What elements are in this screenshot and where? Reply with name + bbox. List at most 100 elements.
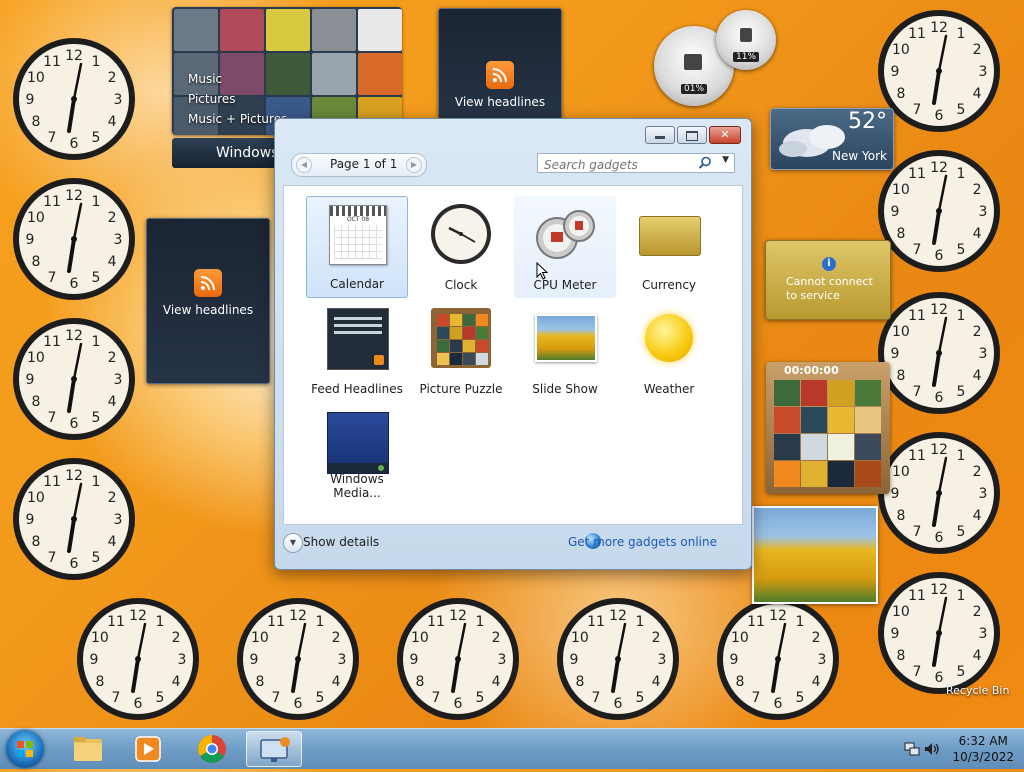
- network-icon[interactable]: [904, 741, 920, 756]
- taskbar-gadgets-window[interactable]: [246, 731, 302, 767]
- gadget-weather[interactable]: Weather: [618, 300, 720, 402]
- gadget-picture-puzzle[interactable]: Picture Puzzle: [410, 300, 512, 402]
- svg-text:4: 4: [108, 114, 117, 130]
- gadget-slide-show[interactable]: Slide Show: [514, 300, 616, 402]
- svg-text:5: 5: [316, 690, 325, 706]
- feed-headlines-gadget-top[interactable]: View headlines: [438, 8, 562, 120]
- svg-text:9: 9: [891, 486, 900, 502]
- desktop-clock-gadget[interactable]: 12 1 2 3 4 5 6 7 8 9 10 11: [876, 8, 1002, 134]
- svg-text:9: 9: [891, 626, 900, 642]
- svg-text:8: 8: [735, 674, 744, 690]
- taskbar-media-player[interactable]: [120, 731, 176, 767]
- svg-text:4: 4: [108, 394, 117, 410]
- minimize-button[interactable]: [645, 126, 675, 144]
- svg-text:8: 8: [255, 674, 264, 690]
- gadget-label: Weather: [643, 382, 695, 396]
- svg-text:8: 8: [31, 114, 40, 130]
- desktop-clock-gadget[interactable]: 12 1 2 3 4 5 6 7 8 9 10 11: [876, 148, 1002, 274]
- clock-face-icon: 12 12 3 45678 9 1011: [717, 598, 839, 720]
- gadget-label: Feed Headlines: [311, 382, 403, 396]
- weather-gadget[interactable]: 52° New York: [770, 108, 894, 170]
- view-headlines-link[interactable]: View headlines: [439, 95, 561, 109]
- clock-face-icon: 12 12 3 45678 9 1011: [878, 10, 1000, 132]
- svg-text:2: 2: [812, 630, 821, 646]
- svg-text:12: 12: [449, 608, 467, 624]
- media-menu-music-pictures[interactable]: Music + Pictures: [188, 109, 287, 129]
- desktop-clock-gadget[interactable]: 12 1 2 3 4 5 6 7 8 9 10 11: [11, 316, 137, 442]
- maximize-button[interactable]: [677, 126, 707, 144]
- desktop-clock-gadget[interactable]: 12 1 2 3 4 5 6 7 8 9 10 11: [235, 596, 361, 722]
- gadget-clock[interactable]: Clock: [410, 196, 512, 298]
- desktop-clock-gadget[interactable]: 12 1 2 3 4 5 6 7 8 9 10 11: [11, 456, 137, 582]
- svg-text:1: 1: [156, 614, 165, 630]
- search-dropdown-icon[interactable]: ▼: [722, 155, 729, 165]
- get-more-gadgets-link[interactable]: Get more gadgets online: [568, 535, 717, 549]
- svg-text:10: 10: [892, 182, 910, 198]
- gadget-calendar[interactable]: OCT 08 Calendar: [306, 196, 408, 298]
- feed-headlines-gadget-left[interactable]: View headlines: [146, 218, 270, 384]
- taskbar-chrome[interactable]: [184, 731, 240, 767]
- desktop-clock-gadget[interactable]: 12 1 2 3 4 5 6 7 8 9 10 11: [555, 596, 681, 722]
- cpu-value: 01%: [680, 84, 708, 94]
- show-details-button[interactable]: Show details: [303, 535, 379, 549]
- svg-text:8: 8: [95, 674, 104, 690]
- currency-gadget[interactable]: i Cannot connect to service: [765, 240, 891, 320]
- desktop-clock-gadget[interactable]: 12 1 2 3 4 5 6 7 8 9 10 11: [395, 596, 521, 722]
- close-button[interactable]: ✕: [709, 126, 741, 144]
- desktop-clock-gadget[interactable]: 12 1 2 3 4 5 6 7 8 9 10 11: [11, 36, 137, 162]
- desktop-clock-gadget[interactable]: 12 1 2 3 4 5 6 7 8 9 10 11: [75, 596, 201, 722]
- taskbar-file-explorer[interactable]: [60, 731, 116, 767]
- svg-text:1: 1: [957, 26, 966, 42]
- media-menu-pictures[interactable]: Pictures: [188, 89, 287, 109]
- svg-text:11: 11: [43, 334, 61, 350]
- currency-icon: [637, 202, 701, 266]
- start-button[interactable]: [6, 730, 44, 768]
- view-headlines-link[interactable]: View headlines: [147, 303, 269, 317]
- gadget-currency[interactable]: Currency: [618, 196, 720, 298]
- media-menu-music[interactable]: Music: [188, 69, 287, 89]
- svg-text:6: 6: [774, 696, 783, 712]
- desktop-clock-gadget[interactable]: 12 1 2 3 4 5 6 7 8 9 10 11: [876, 570, 1002, 696]
- chevron-down-icon[interactable]: ▼: [283, 533, 303, 553]
- page-label: Page 1 of 1: [330, 157, 398, 171]
- svg-text:7: 7: [48, 270, 57, 286]
- next-page-button[interactable]: ▶: [406, 157, 422, 173]
- svg-text:5: 5: [957, 664, 966, 680]
- desktop-clock-gadget[interactable]: 12 1 2 3 4 5 6 7 8 9 10 11: [876, 430, 1002, 556]
- previous-page-button[interactable]: ◀: [296, 157, 312, 173]
- picture-puzzle-gadget[interactable]: 00:00:00: [766, 362, 890, 494]
- desktop-clock-gadget[interactable]: 12 1 2 3 4 5 6 7 8 9 10 11: [876, 290, 1002, 416]
- search-input[interactable]: [538, 156, 700, 174]
- recycle-bin-label[interactable]: Recycle Bin: [946, 684, 1009, 697]
- svg-text:5: 5: [636, 690, 645, 706]
- weather-city: New York: [832, 149, 887, 163]
- svg-text:7: 7: [432, 690, 441, 706]
- windows-logo-icon: [17, 741, 33, 757]
- media-center-gadget[interactable]: Music Pictures Music + Pictures: [172, 7, 402, 135]
- gadget-windows-media-center[interactable]: Windows Media...: [306, 404, 408, 506]
- svg-text:6: 6: [935, 108, 944, 124]
- slideshow-gadget[interactable]: [752, 506, 878, 604]
- cpu-meter-gadget[interactable]: 01% 11%: [654, 10, 778, 106]
- search-icon[interactable]: [698, 156, 712, 170]
- volume-icon[interactable]: [924, 741, 940, 755]
- gadget-cpu-meter[interactable]: CPU Meter: [514, 196, 616, 298]
- svg-text:3: 3: [178, 652, 187, 668]
- window-footer: ▼ Show details Get more gadgets online: [283, 527, 741, 561]
- svg-text:1: 1: [92, 194, 101, 210]
- gadget-feed-headlines[interactable]: Feed Headlines: [306, 300, 408, 402]
- gadget-label: Currency: [641, 278, 697, 292]
- svg-text:1: 1: [957, 588, 966, 604]
- svg-text:8: 8: [896, 508, 905, 524]
- feed-headlines-icon: [325, 306, 389, 370]
- media-center-bar[interactable]: Windows: [172, 138, 282, 168]
- svg-text:8: 8: [415, 674, 424, 690]
- svg-text:1: 1: [957, 448, 966, 464]
- svg-text:5: 5: [957, 524, 966, 540]
- svg-text:11: 11: [747, 614, 765, 630]
- system-clock[interactable]: 6:32 AM 10/3/2022: [952, 733, 1014, 765]
- desktop-clock-gadget[interactable]: 12 1 2 3 4 5 6 7 8 9 10 11: [11, 176, 137, 302]
- desktop-clock-gadget[interactable]: 12 1 2 3 4 5 6 7 8 9 10 11: [715, 596, 841, 722]
- svg-text:3: 3: [818, 652, 827, 668]
- svg-text:11: 11: [43, 194, 61, 210]
